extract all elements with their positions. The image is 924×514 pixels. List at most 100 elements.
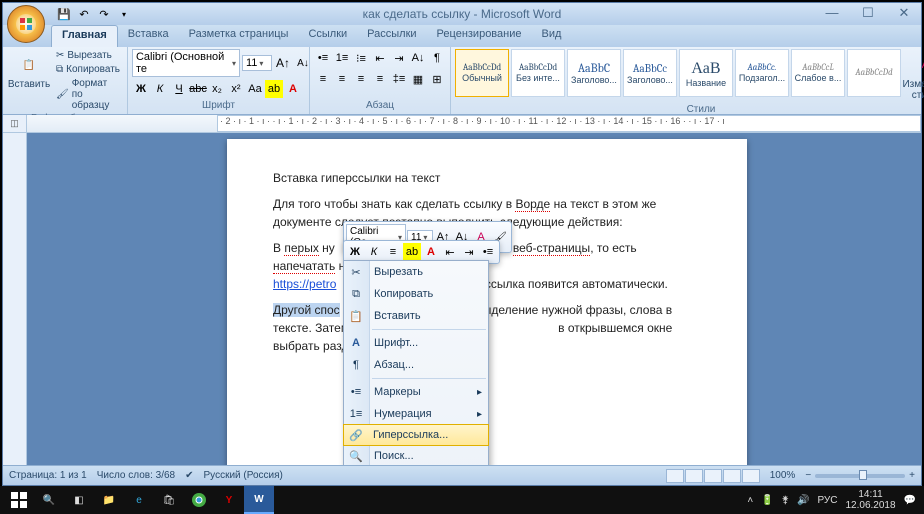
ctx-bullets[interactable]: •≡Маркеры xyxy=(344,381,488,403)
tray-network-icon[interactable]: ⚵ xyxy=(782,495,789,506)
ctx-font[interactable]: AШрифт... xyxy=(344,332,488,354)
style-subtle[interactable]: AaBbCcLСлабое в... xyxy=(791,49,845,97)
paste-button[interactable]: 📋 Вставить xyxy=(7,49,51,92)
mini-indent-inc[interactable]: ⇥ xyxy=(460,243,478,261)
change-styles-button[interactable]: A Изменить стили xyxy=(903,49,924,103)
borders-button[interactable]: ⊞ xyxy=(428,70,446,88)
view-outline[interactable] xyxy=(723,469,741,483)
office-button[interactable] xyxy=(7,5,45,43)
minimize-button[interactable]: — xyxy=(819,5,845,21)
taskbar-yandex[interactable]: Y xyxy=(214,486,244,514)
bullets-button[interactable]: •≡ xyxy=(314,49,332,67)
mini-indent-dec[interactable]: ⇤ xyxy=(441,243,459,261)
ctx-paragraph[interactable]: ¶Абзац... xyxy=(344,354,488,376)
status-words[interactable]: Число слов: 3/68 xyxy=(97,470,175,481)
tab-view[interactable]: Вид xyxy=(532,25,572,47)
tab-home[interactable]: Главная xyxy=(51,25,118,47)
style-title[interactable]: АаВНазвание xyxy=(679,49,733,97)
maximize-button[interactable]: ☐ xyxy=(855,5,881,21)
ctx-hyperlink[interactable]: 🔗Гиперссылка... xyxy=(343,424,489,446)
ctx-copy[interactable]: ⧉Копировать xyxy=(344,283,488,305)
tab-review[interactable]: Рецензирование xyxy=(427,25,532,47)
doc-hyperlink[interactable]: https://petro xyxy=(273,277,336,291)
tray-chevron-up-icon[interactable]: ˄ xyxy=(747,495,753,506)
tab-insert[interactable]: Вставка xyxy=(118,25,179,47)
zoom-thumb[interactable] xyxy=(859,470,867,480)
align-left-button[interactable]: ≡ xyxy=(314,70,332,88)
status-page[interactable]: Страница: 1 из 1 xyxy=(9,470,87,481)
mini-font-color[interactable]: A xyxy=(422,243,440,261)
redo-icon[interactable]: ↷ xyxy=(95,5,113,23)
horizontal-ruler[interactable]: · 2 · ı · 1 · ı · · ı · 1 · ı · 2 · ı · … xyxy=(27,115,921,132)
style-normal[interactable]: AaBbCcDdОбычный xyxy=(455,49,509,97)
show-marks-button[interactable]: ¶ xyxy=(428,49,446,67)
mini-align-center[interactable]: ≡ xyxy=(384,243,402,261)
numbering-button[interactable]: 1≡ xyxy=(333,49,351,67)
font-name-combo[interactable]: Calibri (Основной те▾ xyxy=(132,49,240,77)
sort-button[interactable]: A↓ xyxy=(409,49,427,67)
line-spacing-button[interactable]: ‡≡ xyxy=(390,70,408,88)
multilevel-button[interactable]: ⁝≡ xyxy=(352,49,370,67)
italic-button[interactable]: К xyxy=(151,80,169,98)
subscript-button[interactable]: x₂ xyxy=(208,80,226,98)
mini-italic[interactable]: К xyxy=(365,243,383,261)
style-more[interactable]: AaBbCcDd xyxy=(847,49,901,97)
style-no-spacing[interactable]: AaBbCcDdБез инте... xyxy=(511,49,565,97)
zoom-track[interactable] xyxy=(815,474,905,478)
format-painter-button[interactable]: 🖌Формат по образцу xyxy=(53,77,123,112)
style-heading1[interactable]: AaBbCЗаголово... xyxy=(567,49,621,97)
underline-button[interactable]: Ч xyxy=(170,80,188,98)
view-full-screen[interactable] xyxy=(685,469,703,483)
strike-button[interactable]: abc xyxy=(189,80,207,98)
document-area[interactable]: Вставка гиперссылки на текст Для того чт… xyxy=(27,133,921,465)
tray-volume-icon[interactable]: 🔊 xyxy=(797,495,809,506)
tab-references[interactable]: Ссылки xyxy=(298,25,357,47)
view-draft[interactable] xyxy=(742,469,760,483)
tab-mailings[interactable]: Рассылки xyxy=(357,25,426,47)
undo-icon[interactable]: ↶ xyxy=(75,5,93,23)
cut-button[interactable]: ✂Вырезать xyxy=(53,49,123,62)
tab-page-layout[interactable]: Разметка страницы xyxy=(179,25,299,47)
search-button[interactable]: 🔍 xyxy=(34,486,64,514)
status-spellcheck-icon[interactable]: ✔ xyxy=(185,470,193,481)
close-button[interactable]: ✕ xyxy=(891,5,917,21)
ctx-cut[interactable]: ✂Вырезать xyxy=(344,261,488,283)
mini-highlight[interactable]: ab xyxy=(403,243,421,261)
zoom-in-icon[interactable]: + xyxy=(909,470,915,481)
indent-inc-button[interactable]: ⇥ xyxy=(390,49,408,67)
justify-button[interactable]: ≡ xyxy=(371,70,389,88)
taskbar-edge[interactable]: e xyxy=(124,486,154,514)
view-web-layout[interactable] xyxy=(704,469,722,483)
indent-dec-button[interactable]: ⇤ xyxy=(371,49,389,67)
tray-clock[interactable]: 14:11 12.06.2018 xyxy=(845,489,895,511)
shading-button[interactable]: ▦ xyxy=(409,70,427,88)
qat-more-icon[interactable]: ▾ xyxy=(115,5,133,23)
copy-button[interactable]: ⧉Копировать xyxy=(53,63,123,76)
taskbar-store[interactable]: 🛍 xyxy=(154,486,184,514)
status-language[interactable]: Русский (Россия) xyxy=(204,470,283,481)
zoom-value[interactable]: 100% xyxy=(770,470,796,481)
tray-keyboard-lang[interactable]: РУС xyxy=(817,495,837,506)
vertical-ruler[interactable] xyxy=(3,133,27,465)
ctx-search[interactable]: 🔍Поиск... xyxy=(344,445,488,465)
mini-bold[interactable]: Ж xyxy=(346,243,364,261)
task-view-button[interactable]: ◧ xyxy=(64,486,94,514)
bold-button[interactable]: Ж xyxy=(132,80,150,98)
grow-font-icon[interactable]: A↑ xyxy=(274,54,292,72)
font-size-combo[interactable]: 11▾ xyxy=(242,55,272,71)
taskbar-word[interactable]: W xyxy=(244,486,274,514)
highlight-button[interactable]: ab xyxy=(265,80,283,98)
view-print-layout[interactable] xyxy=(666,469,684,483)
mini-bullets[interactable]: •≡ xyxy=(479,243,497,261)
zoom-out-icon[interactable]: − xyxy=(805,470,811,481)
start-button[interactable] xyxy=(4,486,34,514)
tray-action-center-icon[interactable]: 💬 xyxy=(904,495,916,506)
style-gallery[interactable]: AaBbCcDdОбычный AaBbCcDdБез инте... AaBb… xyxy=(455,49,901,97)
taskbar-chrome[interactable] xyxy=(184,486,214,514)
zoom-slider[interactable]: − + xyxy=(805,470,915,481)
superscript-button[interactable]: x² xyxy=(227,80,245,98)
save-icon[interactable]: 💾 xyxy=(55,5,73,23)
ruler-corner[interactable]: ◫ xyxy=(3,115,27,132)
ctx-numbering[interactable]: 1≡Нумерация xyxy=(344,403,488,425)
align-center-button[interactable]: ≡ xyxy=(333,70,351,88)
